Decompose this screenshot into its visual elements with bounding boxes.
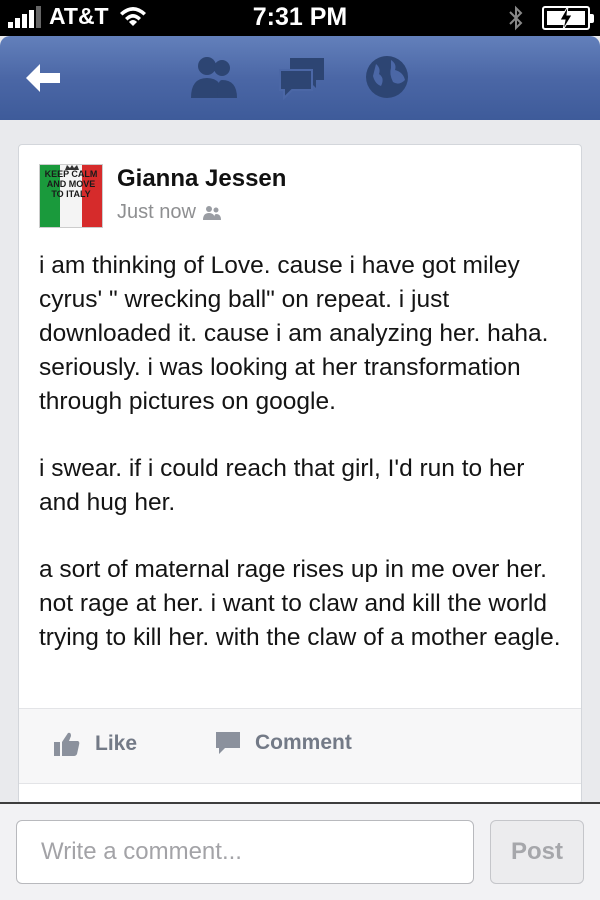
notifications-globe-icon[interactable] [361, 54, 413, 100]
like-label: Like [95, 732, 138, 755]
status-right [508, 5, 594, 31]
post-paragraph: i swear. if i could reach that girl, I'd… [39, 455, 525, 516]
comment-button[interactable]: Comment [215, 731, 352, 755]
timestamp-label: Just now [117, 201, 196, 223]
post-button[interactable]: Post [490, 820, 584, 884]
charging-bolt-icon [559, 6, 573, 30]
avatar-text: KEEP CALM AND MOVE TO ITALY [44, 169, 98, 199]
friends-privacy-icon [202, 205, 221, 220]
friend-requests-icon[interactable] [187, 54, 239, 100]
navigation-bar [0, 36, 600, 120]
post-paragraph: i am thinking of Love. cause i have got … [39, 252, 549, 415]
back-arrow-icon[interactable] [22, 61, 64, 95]
messages-icon[interactable] [276, 54, 328, 100]
post-timestamp: Just now [117, 201, 222, 224]
thumbs-up-icon [54, 732, 80, 756]
post-body: i am thinking of Love. cause i have got … [39, 249, 569, 688]
avatar[interactable]: KEEP CALM AND MOVE TO ITALY [39, 164, 103, 228]
comment-bubble-icon [216, 732, 240, 754]
comment-label: Comment [255, 731, 352, 754]
author-name[interactable]: Gianna Jessen [117, 165, 286, 193]
post-paragraph: a sort of maternal rage rises up in me o… [39, 556, 561, 651]
battery-icon [542, 6, 594, 30]
post-card: KEEP CALM AND MOVE TO ITALY Gianna Jesse… [18, 144, 582, 804]
like-button[interactable]: Like [53, 731, 137, 757]
status-bar: AT&T 7:31 PM [0, 0, 600, 36]
comment-composer: Post [0, 802, 600, 900]
comment-input[interactable] [16, 820, 474, 884]
bluetooth-icon [509, 5, 523, 31]
post-action-bar: Like Comment [19, 708, 581, 784]
